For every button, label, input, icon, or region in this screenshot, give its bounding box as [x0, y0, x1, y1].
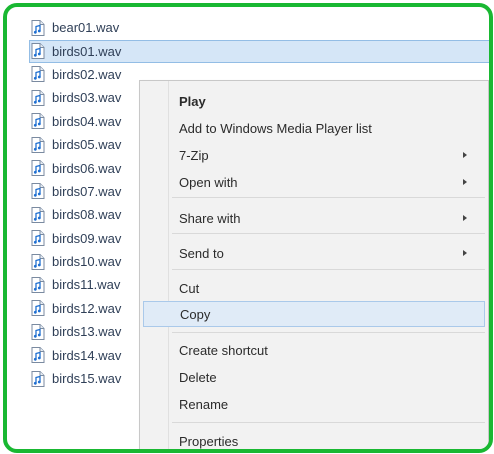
menu-item-cut[interactable]: Cut	[143, 275, 485, 301]
menu-separator	[172, 332, 485, 333]
menu-item-label: Copy	[180, 306, 211, 322]
file-name: birds08.wav	[52, 207, 122, 223]
audio-file-icon	[31, 300, 45, 317]
audio-file-icon	[31, 89, 45, 106]
file-name: birds13.wav	[52, 324, 122, 340]
file-item-birds01[interactable]: birds01.wav	[29, 39, 489, 64]
file-name: birds10.wav	[52, 254, 122, 270]
menu-item-label: Rename	[179, 396, 229, 412]
menu-item-label: Properties	[179, 433, 239, 449]
audio-file-icon	[31, 66, 45, 83]
menu-item-rename[interactable]: Rename	[143, 391, 485, 417]
menu-item-share-with[interactable]: Share with	[143, 205, 485, 231]
audio-file-icon	[31, 370, 45, 387]
audio-file-icon	[31, 253, 45, 270]
menu-separator	[172, 197, 485, 198]
file-name: birds01.wav	[52, 43, 122, 59]
audio-file-icon	[31, 230, 45, 247]
file-name: birds05.wav	[52, 137, 122, 153]
menu-item-delete[interactable]: Delete	[143, 364, 485, 390]
file-name: birds04.wav	[52, 113, 122, 129]
menu-item-label: Add to Windows Media Player list	[179, 120, 372, 136]
menu-item-label: 7-Zip	[179, 147, 209, 163]
context-menu: Play Add to Windows Media Player list 7-…	[139, 80, 489, 449]
menu-item-send-to[interactable]: Send to	[143, 240, 485, 266]
file-name: birds09.wav	[52, 230, 122, 246]
file-name: birds14.wav	[52, 347, 122, 363]
menu-item-label: Cut	[179, 280, 200, 296]
file-name: birds12.wav	[52, 300, 122, 316]
file-name: birds06.wav	[52, 160, 122, 176]
audio-file-icon	[31, 19, 45, 36]
audio-file-icon	[31, 323, 45, 340]
audio-file-icon	[31, 43, 45, 60]
menu-item-create-shortcut[interactable]: Create shortcut	[143, 337, 485, 363]
file-item-bear01[interactable]: bear01.wav	[31, 16, 489, 39]
menu-item-properties[interactable]: Properties	[143, 428, 485, 449]
menu-item-7-zip[interactable]: 7-Zip	[143, 142, 485, 168]
audio-file-icon	[31, 206, 45, 223]
menu-item-label: Play	[179, 93, 206, 109]
file-name: birds15.wav	[52, 371, 122, 387]
menu-item-label: Send to	[179, 245, 224, 261]
menu-item-label: Share with	[179, 210, 241, 226]
menu-separator	[172, 422, 485, 423]
menu-separator	[172, 269, 485, 270]
menu-item-label: Create shortcut	[179, 342, 268, 358]
audio-file-icon	[31, 136, 45, 153]
audio-file-icon	[31, 113, 45, 130]
menu-item-label: Delete	[179, 369, 217, 385]
file-name: birds11.wav	[52, 277, 121, 293]
screenshot-frame: bear01.wav birds01.wav birds02.wav birds…	[3, 3, 493, 453]
submenu-arrow-icon	[463, 179, 467, 185]
audio-file-icon	[31, 276, 45, 293]
submenu-arrow-icon	[463, 215, 467, 221]
file-name: birds03.wav	[52, 90, 122, 106]
file-name: birds07.wav	[52, 183, 122, 199]
audio-file-icon	[31, 347, 45, 364]
audio-file-icon	[31, 160, 45, 177]
file-name: bear01.wav	[52, 20, 120, 36]
menu-item-add-to-wmp-list[interactable]: Add to Windows Media Player list	[143, 115, 485, 141]
submenu-arrow-icon	[463, 152, 467, 158]
audio-file-icon	[31, 183, 45, 200]
menu-item-copy[interactable]: Copy	[143, 301, 485, 327]
menu-item-play[interactable]: Play	[143, 88, 485, 114]
menu-item-open-with[interactable]: Open with	[143, 169, 485, 195]
menu-separator	[172, 233, 485, 234]
submenu-arrow-icon	[463, 250, 467, 256]
menu-item-label: Open with	[179, 174, 238, 190]
file-name: birds02.wav	[52, 66, 122, 82]
